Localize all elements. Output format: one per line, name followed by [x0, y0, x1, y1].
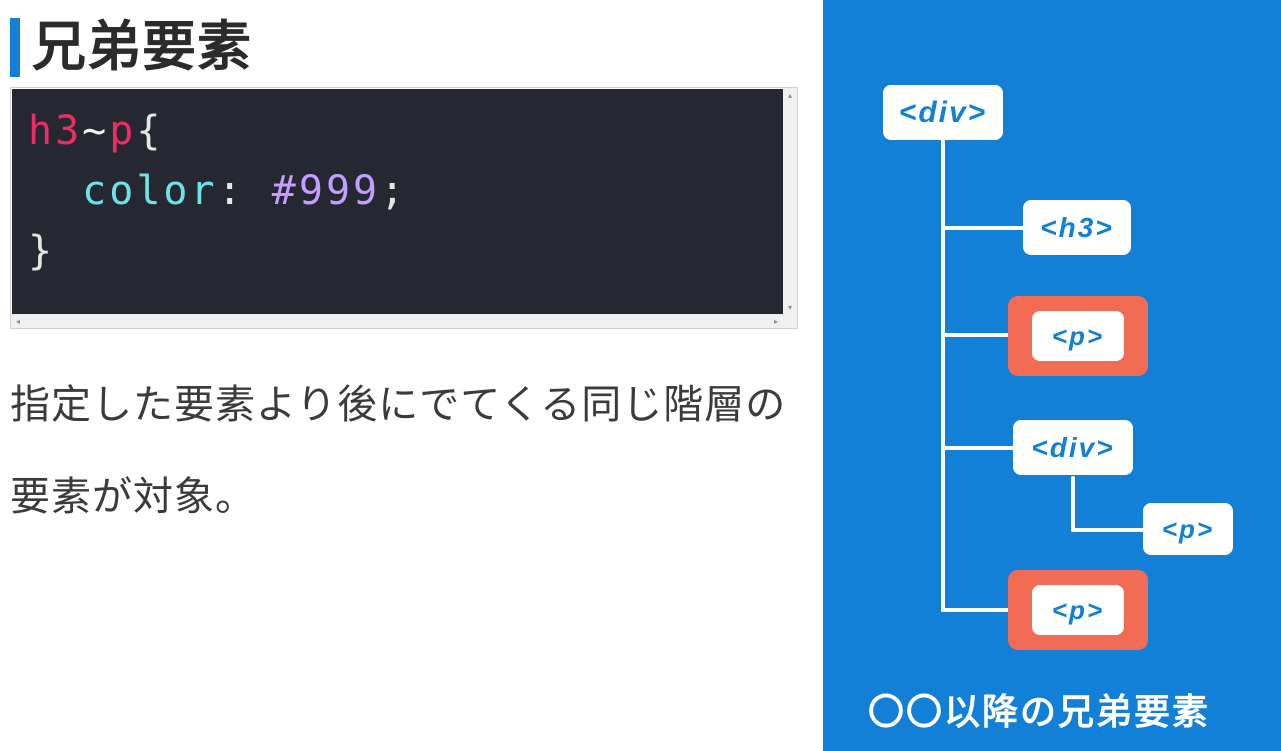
section-heading: 兄弟要素: [10, 18, 798, 77]
code-token-semicolon: ;: [380, 168, 407, 214]
node-h3: <h3>: [1023, 200, 1131, 255]
node-grandchild-p: <p>: [1143, 503, 1233, 555]
code-token-value: 999: [299, 168, 380, 214]
code-token-tilde: ~: [82, 108, 109, 154]
code-token-hash: #: [272, 168, 299, 214]
node-inner-div: <div>: [1013, 420, 1133, 475]
vertical-scrollbar[interactable]: ▴ ▾: [783, 88, 797, 314]
node-p-highlight-2: <p>: [1008, 570, 1148, 650]
code-token-selector-1: h3: [28, 108, 82, 154]
scroll-up-icon[interactable]: ▴: [783, 88, 797, 102]
description-text: 指定した要素より後にでてくる同じ階層の要素が対象。: [10, 359, 798, 543]
code-token-property: color: [82, 168, 217, 214]
code-box: h3~p{ color: #999; } ▴ ▾ ◂ ▸: [10, 87, 798, 329]
scroll-left-icon[interactable]: ◂: [11, 314, 25, 328]
node-p-1: <p>: [1032, 311, 1124, 361]
node-p-2: <p>: [1032, 585, 1124, 635]
diagram-panel: <div> <h3> <p> <div> <p> <p> 〇〇以降の兄弟要素: [823, 0, 1281, 751]
code-token-brace-close: }: [28, 228, 55, 274]
diagram-caption: 〇〇以降の兄弟要素: [868, 683, 1210, 735]
node-p-highlight-1: <p>: [1008, 296, 1148, 376]
scroll-right-icon[interactable]: ▸: [769, 314, 783, 328]
left-column: 兄弟要素 h3~p{ color: #999; } ▴ ▾ ◂ ▸ 指定した要素…: [10, 0, 798, 751]
code-content: h3~p{ color: #999; }: [12, 89, 783, 314]
horizontal-scrollbar[interactable]: ◂ ▸: [11, 314, 783, 328]
code-token-selector-2: p: [109, 108, 136, 154]
node-root-div: <div>: [883, 85, 1003, 140]
code-token-brace-open: {: [136, 108, 163, 154]
scrollbar-corner: [783, 314, 797, 328]
code-token-colon: :: [218, 168, 245, 214]
scroll-down-icon[interactable]: ▾: [783, 300, 797, 314]
